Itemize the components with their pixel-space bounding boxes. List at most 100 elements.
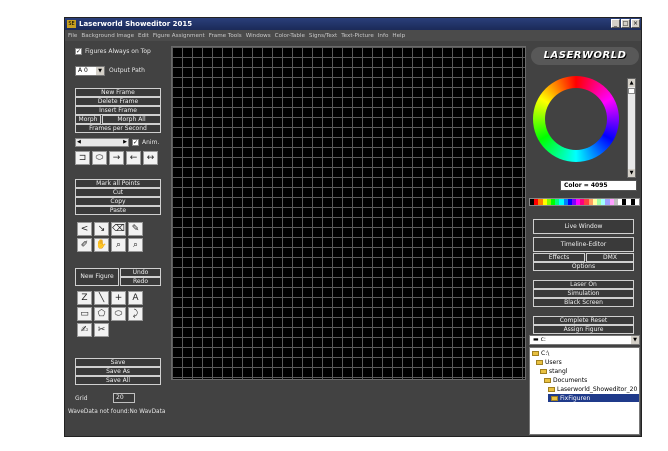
chevron-down-icon[interactable]: ▼ (631, 336, 639, 344)
output-select[interactable]: A 0 ▼ (75, 66, 105, 76)
arrow-both-tool-icon[interactable]: ↔ (143, 151, 158, 165)
timeline-editor-button[interactable]: Timeline-Editor (533, 237, 634, 252)
app-icon[interactable]: SE (67, 20, 76, 28)
menu-text-picture[interactable]: Text-Picture (341, 33, 374, 39)
menu-background-image[interactable]: Background Image (81, 33, 134, 39)
redo-button[interactable]: Redo (120, 277, 161, 286)
mirror-tool-icon[interactable]: ⊐ (75, 151, 90, 165)
save-all-button[interactable]: Save All (75, 376, 161, 385)
save-as-button[interactable]: Save As (75, 367, 161, 376)
scroll-up-icon[interactable]: ▲ (628, 79, 635, 87)
drive-select[interactable]: ▬ c: ▼ (529, 335, 640, 345)
options-button[interactable]: Options (533, 262, 634, 271)
menu-signs-text[interactable]: Signs/Text (309, 33, 337, 39)
polyline-tool-icon[interactable]: Z (77, 291, 92, 305)
scroll-thumb[interactable] (628, 88, 635, 94)
drive-value: c: (540, 336, 546, 343)
effects-button[interactable]: Effects (533, 253, 585, 262)
arrow-right-tool-icon[interactable]: → (109, 151, 124, 165)
color-value: Color = 4095 (560, 180, 637, 191)
window-title: Laserworld Showeditor 2015 (79, 20, 193, 28)
new-figure-button[interactable]: New Figure (75, 268, 119, 286)
tree-item-fixfiguren[interactable]: FixFiguren (548, 394, 639, 402)
mark-all-points-button[interactable]: Mark all Points (75, 179, 161, 188)
status-text: WaveData not found:No WavData (68, 409, 166, 415)
menu-color-table[interactable]: Color-Table (275, 33, 305, 39)
tree-item-c[interactable]: C:\ (532, 350, 549, 357)
tree-item-users[interactable]: Users (536, 359, 562, 366)
assign-figure-button[interactable]: Assign Figure (533, 325, 634, 334)
color-wheel[interactable] (533, 76, 619, 162)
maximize-button[interactable]: □ (621, 19, 630, 28)
zoom-in-icon[interactable]: ⌕ (111, 238, 126, 252)
arrow-left-icon[interactable]: ◀ (77, 139, 81, 146)
morph-all-button[interactable]: Morph All (102, 115, 161, 124)
anim-checkbox[interactable]: ✓ (132, 139, 139, 146)
text-tool-icon[interactable]: A (128, 291, 143, 305)
scissors-icon[interactable]: ✂ (94, 323, 109, 337)
insert-frame-button[interactable]: Insert Frame (75, 106, 161, 115)
line-tool-icon[interactable]: ╲ (94, 291, 109, 305)
paste-button[interactable]: Paste (75, 206, 161, 215)
folder-icon (548, 387, 555, 392)
color-palette[interactable] (529, 198, 640, 206)
figures-on-top-checkbox[interactable]: ✓ (75, 48, 82, 55)
menu-edit[interactable]: Edit (138, 33, 149, 39)
scroll-down-icon[interactable]: ▼ (628, 169, 635, 177)
simulation-button[interactable]: Simulation (533, 289, 634, 298)
drawing-canvas[interactable] (171, 46, 526, 380)
palette-swatch[interactable] (634, 199, 639, 205)
ellipse-draw-icon[interactable]: ⬭ (111, 307, 126, 321)
figures-on-top-label: Figures Always on Top (85, 48, 151, 55)
point-move-icon[interactable]: ↘ (94, 222, 109, 236)
tree-item-stangl[interactable]: stangl (540, 368, 567, 375)
menu-help[interactable]: Help (392, 33, 405, 39)
menu-windows[interactable]: Windows (246, 33, 271, 39)
menu-bar: File Background Image Edit Figure Assign… (65, 30, 641, 41)
hand-icon[interactable]: ✋ (94, 238, 109, 252)
grid-input[interactable]: 20 (113, 393, 135, 403)
pentagon-tool-icon[interactable]: ⬠ (94, 307, 109, 321)
complete-reset-button[interactable]: Complete Reset (533, 316, 634, 325)
live-window-button[interactable]: Live Window (533, 219, 634, 234)
cross-tool-icon[interactable]: + (111, 291, 126, 305)
new-frame-button[interactable]: New Frame (75, 88, 161, 97)
dmx-button[interactable]: DMX (586, 253, 634, 262)
bezier-tool-icon[interactable]: ⤸ (128, 307, 143, 321)
folder-icon (536, 360, 543, 365)
select-tool-icon[interactable]: < (77, 222, 92, 236)
rectangle-tool-icon[interactable]: ▭ (77, 307, 92, 321)
grid-label: Grid (75, 395, 88, 402)
folder-tree[interactable]: C:\ Users stangl Documents Laserworld_Sh… (529, 347, 640, 435)
undo-button[interactable]: Undo (120, 268, 161, 277)
arrow-right-icon[interactable]: ▶ (123, 139, 127, 146)
save-button[interactable]: Save (75, 358, 161, 367)
fps-button[interactable]: Frames per Second (75, 124, 161, 133)
eraser-icon[interactable]: ⌫ (111, 222, 126, 236)
copy-button[interactable]: Copy (75, 197, 161, 206)
morph-button[interactable]: Morph (75, 115, 101, 124)
zoom-out-icon[interactable]: ⌕ (128, 238, 143, 252)
chevron-down-icon[interactable]: ▼ (96, 67, 104, 75)
menu-file[interactable]: File (68, 33, 77, 39)
arrow-left-tool-icon[interactable]: ← (126, 151, 141, 165)
minimize-button[interactable]: _ (611, 19, 620, 28)
black-screen-button[interactable]: Black Screen (533, 298, 634, 307)
close-button[interactable]: × (631, 19, 640, 28)
menu-frame-tools[interactable]: Frame Tools (209, 33, 242, 39)
delete-frame-button[interactable]: Delete Frame (75, 97, 161, 106)
menu-figure-assignment[interactable]: Figure Assignment (153, 33, 205, 39)
frame-slider[interactable]: ◀ ▶ (75, 138, 129, 147)
tree-item-showeditor[interactable]: Laserworld_Showeditor_20 (548, 386, 637, 393)
ellipse-tool-icon[interactable]: ⬭ (92, 151, 107, 165)
color-picker-icon[interactable]: ✐ (77, 238, 92, 252)
wrench-icon[interactable]: ✎ (128, 222, 143, 236)
cut-button[interactable]: Cut (75, 188, 161, 197)
tree-item-documents[interactable]: Documents (544, 377, 587, 384)
left-panel: ✓ Figures Always on Top A 0 ▼ Output Path… (65, 41, 169, 437)
freehand-tool-icon[interactable]: ✍ (77, 323, 92, 337)
laser-on-button[interactable]: Laser On (533, 280, 634, 289)
color-scrollbar[interactable]: ▲ ▼ (627, 78, 636, 178)
folder-icon (544, 378, 551, 383)
menu-info[interactable]: Info (378, 33, 389, 39)
